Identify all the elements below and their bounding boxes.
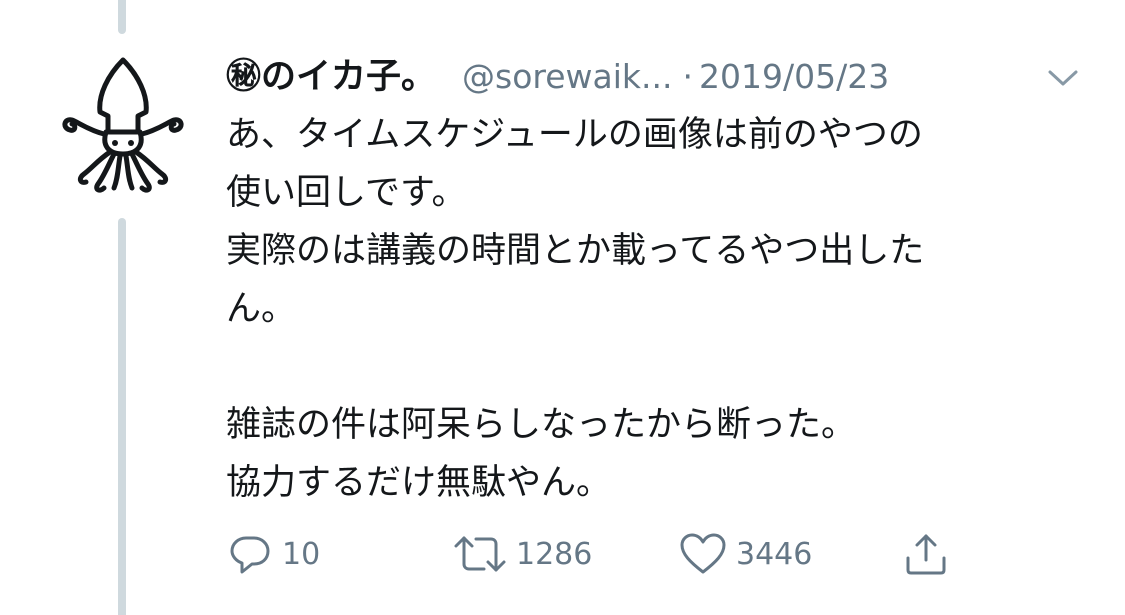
separator: · xyxy=(682,57,694,96)
squid-icon xyxy=(62,57,184,193)
chevron-down-icon xyxy=(1048,70,1078,86)
tweet-actions: 10 1286 3446 xyxy=(226,528,986,580)
tweet-date[interactable]: 2019/05/23 xyxy=(699,57,889,96)
tweet-text: あ、タイムスケジュールの画像は前のやつの 使い回しです。 実際のは講義の時間とか… xyxy=(226,115,925,503)
retweet-count: 1286 xyxy=(516,536,593,572)
avatar[interactable] xyxy=(58,50,188,195)
display-name[interactable]: ㊙のイカ子。 xyxy=(226,48,436,99)
share-icon xyxy=(906,534,946,575)
reply-button[interactable]: 10 xyxy=(226,528,320,580)
share-button[interactable] xyxy=(902,528,950,580)
retweet-button[interactable]: 1286 xyxy=(452,528,592,580)
retweet-icon xyxy=(454,536,506,572)
reply-count: 10 xyxy=(282,536,321,572)
like-count: 3446 xyxy=(736,536,813,572)
reply-icon xyxy=(230,536,270,574)
tweet-menu-button[interactable] xyxy=(1046,68,1080,88)
tweet-header: ㊙のイカ子。 @sorewaik... · 2019/05/23 xyxy=(226,48,889,100)
user-handle[interactable]: @sorewaik... xyxy=(462,57,673,96)
heart-icon xyxy=(680,533,726,574)
like-button[interactable]: 3446 xyxy=(678,528,812,580)
thread-line-top xyxy=(118,0,126,34)
thread-line-bottom xyxy=(118,218,126,615)
